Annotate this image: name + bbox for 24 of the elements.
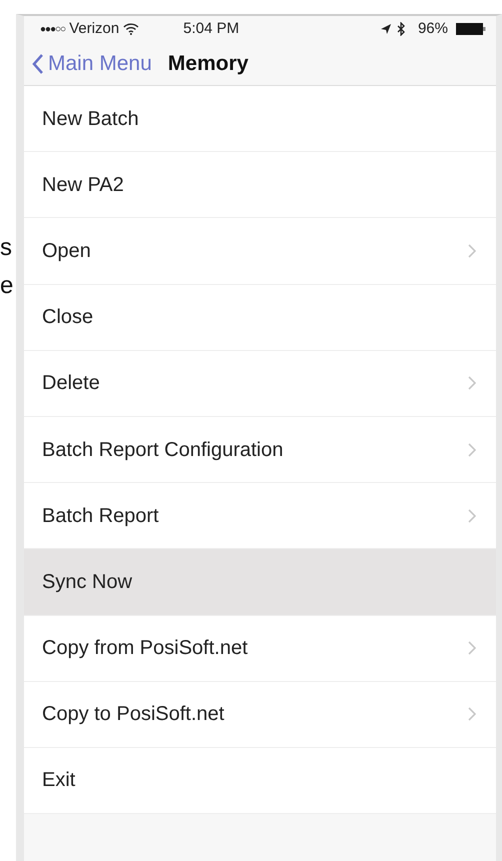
nav-title: Memory [168,50,248,77]
menu-item[interactable]: Open [24,218,496,285]
menu-item[interactable]: Copy to PosiSoft.net [24,682,496,748]
text-fragment: e [0,271,14,301]
back-chevron-icon [32,52,44,74]
menu-item[interactable]: Close [24,284,496,351]
clock-time: 5:04 PM [183,18,240,39]
battery-icon [456,23,486,35]
text-fragment: s [0,233,13,263]
location-arrow-icon [380,24,391,34]
menu-item[interactable]: Delete [24,350,496,417]
back-button[interactable]: Main Menu [32,48,152,80]
signal-dots: ●●●○○ [40,22,66,36]
menu-item[interactable]: Batch Report [24,483,496,550]
carrier-name: Verizon [69,18,120,39]
menu-item[interactable]: New Batch [24,86,496,152]
menu-item[interactable]: New PA2 [24,152,496,218]
menu-item[interactable]: Batch Report Configuration [24,416,496,484]
bluetooth-icon [398,22,405,36]
menu-item[interactable]: Exit [24,748,496,814]
menu-item[interactable]: Copy from PosiSoft.net [24,616,496,682]
battery-percent: 96% [418,18,448,39]
wifi-icon [123,23,140,35]
menu-item[interactable]: Sync Now [24,549,496,616]
